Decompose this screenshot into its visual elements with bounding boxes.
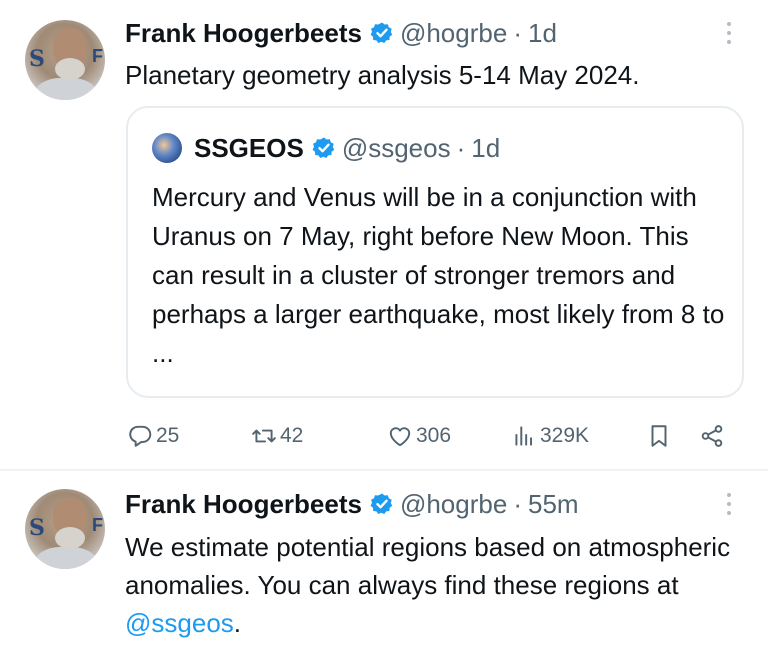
avatar-logo: S [29, 515, 45, 541]
tweet-header: Frank Hoogerbeets @hogrbe · 55m [125, 487, 579, 521]
reply-button[interactable]: 25 [127, 418, 179, 454]
avatar-logo: F [92, 46, 103, 66]
heart-icon [389, 427, 411, 447]
like-button[interactable]: 306 [387, 418, 451, 454]
more-icon[interactable] [726, 493, 732, 520]
tweet[interactable]: S F Frank Hoogerbeets @hogrbe · 55m We e… [0, 471, 768, 655]
quoted-tweet[interactable]: SSGEOS @ssgeos · 1d Mercury and Venus wi… [126, 106, 744, 398]
retweet-icon [252, 429, 276, 443]
retweet-count: 42 [280, 424, 304, 447]
action-bar: 25 42 306 329K [125, 418, 735, 454]
tweet[interactable]: S F Frank Hoogerbeets @hogrbe · 1d Plane… [0, 0, 768, 470]
verified-badge-icon [370, 21, 394, 45]
handle[interactable]: @hogrbe [400, 18, 507, 49]
avatar-logo: S [29, 46, 45, 72]
timestamp[interactable]: 55m [528, 489, 579, 520]
quote-text: Mercury and Venus will be in a conjuncti… [152, 182, 725, 368]
avatar [152, 133, 182, 163]
display-name: SSGEOS [194, 132, 304, 163]
verified-badge-icon [370, 492, 394, 516]
more-icon[interactable] [726, 22, 732, 49]
tweet-text: Planetary geometry analysis 5-14 May 202… [125, 60, 640, 90]
separator: · [456, 132, 466, 163]
tweet-header: Frank Hoogerbeets @hogrbe · 1d [125, 16, 557, 50]
separator: · [513, 488, 522, 519]
share-button[interactable] [699, 418, 725, 454]
reply-count: 25 [156, 424, 180, 447]
retweet-button[interactable]: 42 [251, 418, 303, 454]
verified-badge-icon [312, 136, 336, 160]
mention-link[interactable]: @ssgeos [125, 608, 234, 638]
tweet-text-end: . [233, 608, 242, 638]
bookmark-button[interactable] [646, 418, 672, 454]
tweet-text: We estimate potential regions based on a… [125, 528, 745, 642]
tweet-text-body: We estimate potential regions based on a… [125, 532, 731, 600]
like-count: 306 [416, 424, 452, 447]
avatar[interactable]: S F [25, 489, 105, 569]
display-name[interactable]: Frank Hoogerbeets [125, 489, 362, 520]
reply-icon [129, 425, 152, 447]
share-icon [701, 425, 723, 447]
bookmark-icon [651, 425, 667, 447]
handle: @ssgeos [341, 132, 451, 163]
views-button[interactable]: 329K [511, 418, 589, 454]
display-name[interactable]: Frank Hoogerbeets [125, 18, 362, 49]
handle[interactable]: @hogrbe [400, 489, 507, 520]
view-count: 329K [540, 424, 590, 447]
quote-header: SSGEOS @ssgeos · 1d [152, 130, 500, 166]
timestamp[interactable]: 1d [528, 18, 557, 49]
avatar[interactable]: S F [25, 20, 105, 100]
separator: · [513, 17, 522, 48]
views-icon [515, 426, 533, 446]
timestamp: 1d [471, 132, 501, 163]
avatar-logo: F [92, 515, 103, 535]
